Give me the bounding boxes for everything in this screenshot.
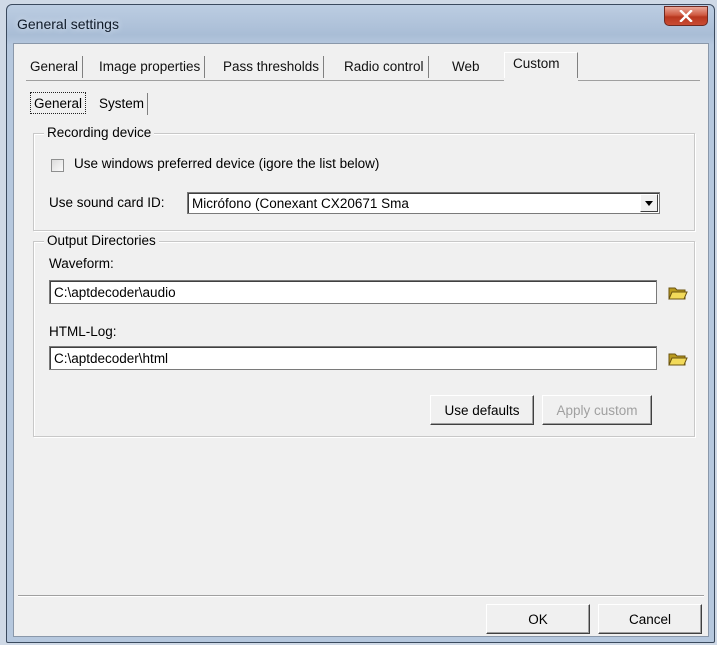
preferred-device-label: Use windows preferred device (igore the … bbox=[74, 156, 380, 171]
waveform-path-value: C:\aptdecoder\audio bbox=[54, 285, 176, 300]
tab-general[interactable]: General bbox=[26, 56, 84, 78]
soundcard-label: Use sound card ID: bbox=[49, 195, 165, 210]
window-title: General settings bbox=[17, 16, 119, 32]
close-icon bbox=[679, 10, 693, 22]
output-directories-title: Output Directories bbox=[44, 233, 159, 248]
soundcard-value: Micrófono (Conexant CX20671 Sma bbox=[192, 196, 409, 211]
tab-pass-thresholds[interactable]: Pass thresholds bbox=[219, 56, 325, 78]
htmllog-path-value: C:\aptdecoder\html bbox=[54, 351, 169, 366]
tab-radio-control[interactable]: Radio control bbox=[340, 56, 429, 78]
title-bar[interactable]: General settings bbox=[7, 5, 714, 43]
chevron-down-icon[interactable] bbox=[640, 194, 658, 212]
apply-custom-button[interactable]: Apply custom bbox=[542, 395, 652, 425]
soundcard-select[interactable]: Micrófono (Conexant CX20671 Sma bbox=[187, 192, 660, 214]
settings-window: General settings General Image propertie… bbox=[6, 4, 715, 643]
output-directories-group: Output Directories Waveform: C:\aptdecod… bbox=[33, 233, 695, 437]
close-button[interactable] bbox=[664, 6, 708, 26]
tab-image-properties[interactable]: Image properties bbox=[95, 56, 206, 78]
tab-panel-border bbox=[26, 80, 504, 81]
preferred-device-checkbox[interactable] bbox=[51, 159, 64, 172]
cancel-button[interactable]: Cancel bbox=[598, 604, 702, 634]
subtab-system[interactable]: System bbox=[96, 93, 149, 115]
folder-icon[interactable] bbox=[668, 351, 688, 367]
recording-device-group: Recording device Use windows preferred d… bbox=[33, 125, 695, 231]
htmllog-label: HTML-Log: bbox=[49, 324, 117, 339]
waveform-label: Waveform: bbox=[49, 256, 114, 271]
dialog-client: General Image properties Pass thresholds… bbox=[13, 43, 709, 637]
use-defaults-button[interactable]: Use defaults bbox=[430, 395, 534, 425]
ok-button[interactable]: OK bbox=[486, 604, 590, 634]
tab-custom[interactable]: Custom bbox=[504, 52, 578, 78]
recording-device-title: Recording device bbox=[44, 125, 155, 140]
tab-panel-border bbox=[578, 80, 700, 81]
subtab-general[interactable]: General bbox=[30, 92, 87, 114]
htmllog-path-input[interactable]: C:\aptdecoder\html bbox=[49, 346, 657, 370]
waveform-path-input[interactable]: C:\aptdecoder\audio bbox=[49, 280, 657, 304]
tab-web[interactable]: Web bbox=[448, 56, 484, 78]
footer-separator-highlight bbox=[18, 596, 704, 597]
folder-icon[interactable] bbox=[668, 285, 688, 301]
